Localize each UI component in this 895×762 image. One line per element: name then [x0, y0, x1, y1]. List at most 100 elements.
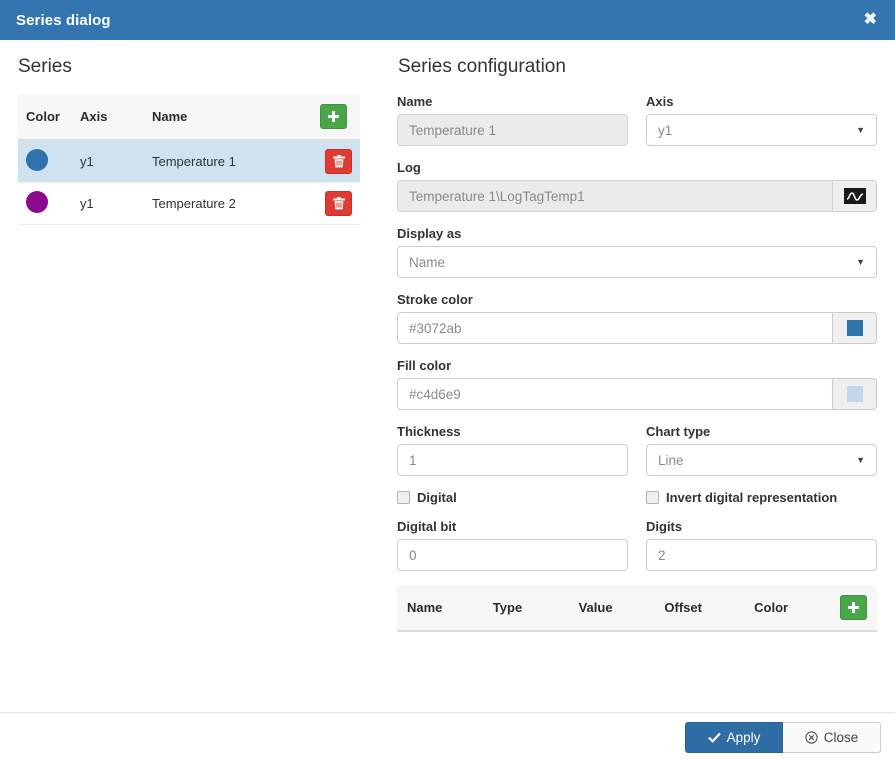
chart-type-label: Chart type — [646, 424, 711, 439]
check-icon — [707, 732, 721, 743]
invert-digital-checkbox-label[interactable]: Invert digital representation — [666, 490, 837, 505]
column-header-color: Color — [750, 585, 836, 632]
digital-bit-input[interactable]: 0 — [397, 539, 628, 571]
display-as-select[interactable]: Name ▼ — [397, 246, 877, 278]
series-actions-cell — [312, 182, 360, 225]
series-actions-cell — [312, 140, 360, 183]
apply-button[interactable]: Apply — [685, 722, 783, 753]
log-browse-button[interactable] — [833, 180, 877, 212]
name-input[interactable]: Temperature 1 — [397, 114, 628, 146]
add-series-button[interactable] — [320, 104, 347, 129]
axis-select[interactable]: y1 ▼ — [646, 114, 877, 146]
field-axis: Axis y1 ▼ — [646, 94, 877, 146]
column-header-axis: Axis — [72, 94, 144, 141]
chevron-down-icon: ▼ — [856, 256, 865, 267]
column-header-actions — [312, 94, 360, 141]
column-header-actions — [836, 585, 877, 632]
field-log: Log Temperature 1\LogTagTemp1 — [397, 160, 877, 212]
field-digits: Digits 2 — [646, 519, 877, 571]
row-display-as: Display as Name ▼ — [397, 226, 877, 278]
close-button[interactable]: Close — [783, 722, 881, 753]
digital-bit-label: Digital bit — [397, 519, 457, 534]
chart-type-select[interactable]: Line ▼ — [646, 444, 877, 476]
series-heading: Series — [18, 56, 72, 77]
log-label: Log — [397, 160, 421, 175]
thickness-label: Thickness — [397, 424, 461, 439]
field-chart-type: Chart type Line ▼ — [646, 424, 877, 476]
dialog-title: Series dialog — [16, 11, 111, 29]
invert-digital-checkbox-cell: Invert digital representation — [646, 490, 837, 505]
display-as-select-value: Name — [409, 254, 446, 270]
table-row[interactable]: y1 Temperature 1 — [18, 140, 360, 183]
axis-label: Axis — [646, 94, 674, 109]
log-input[interactable]: Temperature 1\LogTagTemp1 — [397, 180, 833, 212]
digits-input[interactable]: 2 — [646, 539, 877, 571]
add-marker-button[interactable] — [840, 595, 867, 620]
stroke-color-picker-button[interactable] — [833, 312, 877, 344]
row-name-axis: Name Temperature 1 Axis y1 ▼ — [397, 94, 877, 146]
series-name-cell: Temperature 2 — [144, 182, 312, 225]
row-thickness-charttype: Thickness 1 Chart type Line ▼ — [397, 424, 877, 476]
waveform-icon — [843, 188, 866, 204]
chart-type-select-value: Line — [658, 452, 684, 468]
markers-table-header-row: Name Type Value Offset Color — [397, 585, 877, 632]
field-thickness: Thickness 1 — [397, 424, 628, 476]
digits-label: Digits — [646, 519, 683, 534]
digital-checkbox-label[interactable]: Digital — [417, 490, 457, 505]
chevron-down-icon: ▼ — [856, 124, 865, 135]
fill-color-input[interactable]: #c4d6e9 — [397, 378, 833, 410]
circle-x-icon — [805, 731, 818, 744]
series-axis-cell: y1 — [72, 182, 144, 225]
fill-color-label: Fill color — [397, 358, 452, 373]
axis-select-value: y1 — [658, 122, 673, 138]
fill-color-picker-button[interactable] — [833, 378, 877, 410]
display-as-label: Display as — [397, 226, 462, 241]
series-table: Color Axis Name y1 Temperature 1 y1 Temp… — [18, 94, 360, 225]
row-log: Log Temperature 1\LogTagTemp1 — [397, 160, 877, 212]
thickness-input[interactable]: 1 — [397, 444, 628, 476]
apply-button-label: Apply — [726, 730, 761, 745]
series-configuration-panel: Series configuration Name Temperature 1 … — [387, 40, 895, 712]
series-table-header-row: Color Axis Name — [18, 94, 360, 141]
series-table-body: y1 Temperature 1 y1 Temperature 2 — [18, 140, 360, 225]
field-digital-bit: Digital bit 0 — [397, 519, 628, 571]
stroke-color-label: Stroke color — [397, 292, 473, 307]
digital-checkbox[interactable] — [397, 491, 410, 504]
close-button-label: Close — [823, 730, 859, 745]
field-display-as: Display as Name ▼ — [397, 226, 877, 278]
table-row[interactable]: y1 Temperature 2 — [18, 182, 360, 225]
series-axis-cell: y1 — [72, 140, 144, 183]
stroke-color-input-group: #3072ab — [397, 312, 877, 344]
column-header-color: Color — [18, 94, 72, 141]
name-label: Name — [397, 94, 433, 109]
close-icon[interactable]: ✖ — [860, 10, 881, 30]
chevron-down-icon: ▼ — [856, 454, 865, 465]
series-color-cell — [18, 182, 72, 225]
color-swatch-icon — [846, 386, 863, 402]
column-header-type: Type — [488, 585, 575, 632]
column-header-offset: Offset — [660, 585, 751, 632]
configuration-heading: Series configuration — [398, 56, 566, 77]
invert-digital-checkbox[interactable] — [646, 491, 659, 504]
row-fill-color: Fill color #c4d6e9 — [397, 358, 877, 410]
column-header-value: Value — [574, 585, 661, 632]
color-swatch-icon — [846, 320, 863, 336]
delete-series-button[interactable] — [325, 191, 352, 216]
column-header-name: Name — [397, 585, 489, 632]
stroke-color-input[interactable]: #3072ab — [397, 312, 833, 344]
series-name-cell: Temperature 1 — [144, 140, 312, 183]
series-panel: Series Color Axis Name y1 Temperature 1 … — [0, 40, 387, 712]
series-color-swatch — [26, 191, 48, 213]
fill-color-input-group: #c4d6e9 — [397, 378, 877, 410]
digital-checkbox-cell: Digital — [397, 490, 628, 505]
dialog-footer: Apply Close — [0, 712, 895, 762]
field-stroke-color: Stroke color #3072ab — [397, 292, 877, 344]
markers-table: Name Type Value Offset Color — [397, 585, 877, 632]
column-header-name: Name — [144, 94, 312, 141]
field-fill-color: Fill color #c4d6e9 — [397, 358, 877, 410]
dialog-titlebar: Series dialog ✖ — [0, 0, 895, 40]
row-digitalbit-digits: Digital bit 0 Digits 2 — [397, 519, 877, 571]
row-digital-checkboxes: Digital Invert digital representation — [397, 490, 877, 505]
row-stroke-color: Stroke color #3072ab — [397, 292, 877, 344]
delete-series-button[interactable] — [325, 149, 352, 174]
